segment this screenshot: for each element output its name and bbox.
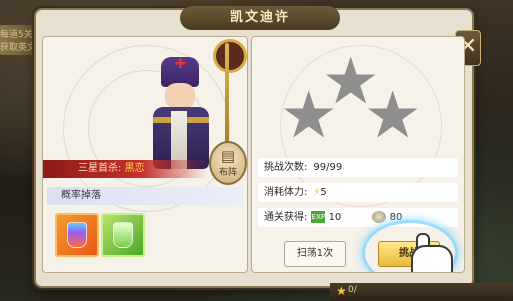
drop-item-rainbow-potion[interactable]	[55, 213, 99, 257]
footer-text: 0/	[348, 285, 357, 295]
dialog-title: 凯文迪许	[180, 6, 340, 30]
pointing-hand-icon	[411, 245, 453, 272]
reward-label: 通关获得:	[264, 212, 308, 223]
footer-star-icon: ★	[336, 284, 347, 298]
boss-card: ✚ 三星首杀: 黑恋 ▤ 布阵 概率掉落	[42, 36, 248, 273]
stamina-label: 消耗体力:	[264, 187, 308, 198]
drop-header: 概率掉落	[47, 187, 243, 205]
character-face	[165, 83, 195, 109]
cross-icon: ✚	[175, 57, 186, 72]
first-kill-label: 三星首杀:	[78, 163, 125, 174]
green-potion-icon	[113, 222, 133, 248]
stage-info-card: ★ ★ ★ 挑战次数: 99/99 消耗体力: ⚡5 通关获得: EXP 10 80 …	[251, 36, 465, 273]
formation-button[interactable]: ▤ 布阵	[209, 141, 247, 185]
background-text-2: 获取英文	[0, 43, 37, 53]
sweep-button[interactable]: 扫荡1次	[284, 241, 346, 267]
formation-label: 布阵	[218, 168, 237, 178]
star-icon-3: ★	[364, 79, 422, 153]
staff-head	[213, 39, 247, 73]
challenge-count-row: 挑战次数: 99/99	[258, 158, 458, 177]
rainbow-potion-icon	[67, 222, 87, 248]
first-kill-player: 黑恋	[124, 163, 145, 174]
coin-icon	[372, 211, 387, 223]
first-kill-banner: 三星首杀: 黑恋	[43, 160, 208, 178]
footer-bar	[330, 283, 513, 301]
stamina-value: 5	[320, 187, 327, 198]
reward-exp-value: 10	[328, 212, 342, 223]
formation-scroll-icon: ▤	[220, 147, 236, 165]
stamina-row: 消耗体力: ⚡5	[258, 183, 458, 202]
challenge-count-value: 99/99	[313, 162, 343, 173]
challenge-count-label: 挑战次数:	[264, 162, 308, 173]
drop-item-green-potion[interactable]	[101, 213, 145, 257]
exp-icon: EXP	[311, 211, 326, 223]
background-text-1: 每道5关	[0, 30, 33, 40]
